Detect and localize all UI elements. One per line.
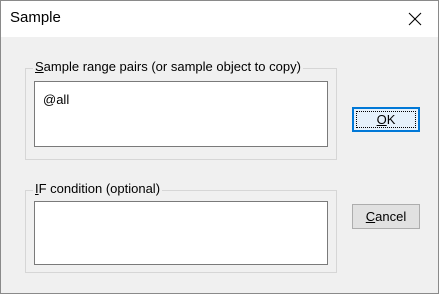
close-icon bbox=[408, 12, 422, 26]
close-button[interactable] bbox=[392, 1, 438, 37]
ok-button[interactable]: OK bbox=[352, 107, 420, 132]
sample-range-label: Sample range pairs (or sample object to … bbox=[33, 59, 303, 75]
if-condition-label: IF condition (optional) bbox=[33, 181, 163, 197]
sample-range-input[interactable]: @all bbox=[34, 81, 328, 147]
sample-range-value: @all bbox=[43, 92, 70, 107]
if-condition-input[interactable] bbox=[34, 201, 328, 265]
title-bar: Sample bbox=[1, 1, 438, 37]
dialog-title: Sample bbox=[10, 9, 61, 26]
cancel-button[interactable]: Cancel bbox=[352, 204, 420, 229]
sample-dialog: Sample Sample range pairs (or sample obj… bbox=[0, 0, 439, 294]
